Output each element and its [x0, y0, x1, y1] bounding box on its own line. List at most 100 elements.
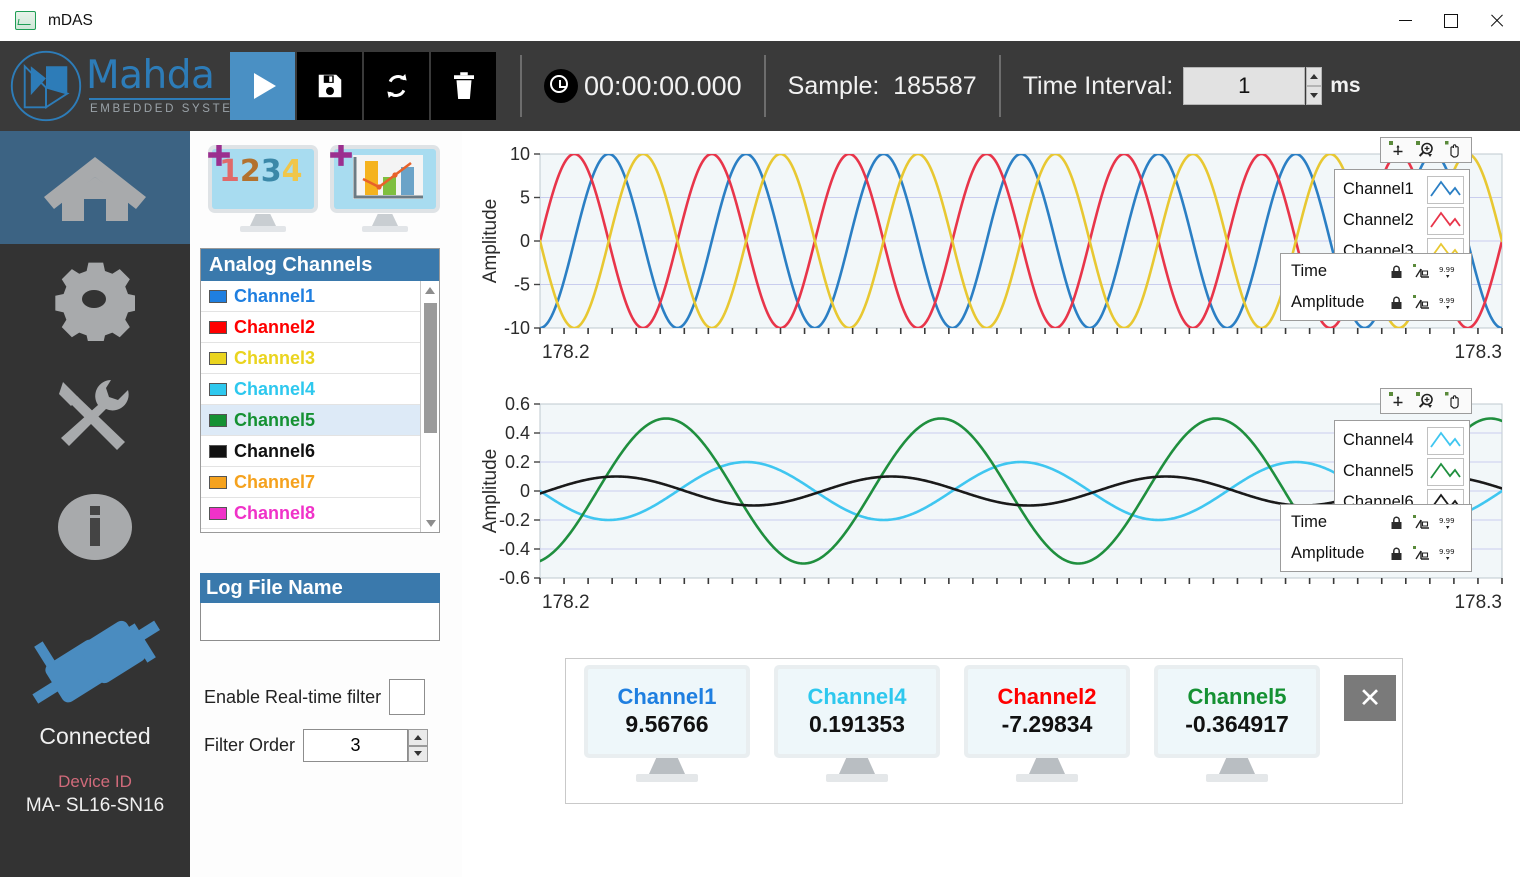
list-item[interactable]: Channel8	[201, 498, 422, 529]
value-card[interactable]: Channel5 -0.364917	[1154, 665, 1320, 782]
sidebar-item-info[interactable]	[0, 470, 190, 583]
lock-closed-icon[interactable]	[1383, 546, 1409, 562]
cursor-tool-icon[interactable]	[1387, 140, 1409, 160]
cursor-tool-icon-2[interactable]	[1387, 391, 1409, 411]
monitor-stand	[1219, 758, 1255, 774]
lock-closed-icon[interactable]	[1383, 295, 1409, 311]
svg-text:178.2: 178.2	[542, 592, 590, 613]
realtime-filter-checkbox[interactable]	[389, 679, 426, 715]
time-interval-input[interactable]: 1	[1183, 67, 1306, 105]
scale-control-row: Amplitude 9.99	[1291, 287, 1465, 318]
x-format-icon[interactable]: 9.99	[1435, 264, 1461, 280]
channel-list-scroll[interactable]: Channel1 Channel2 Channel3 Channel4 Channel5…	[201, 281, 422, 532]
value-card[interactable]: Channel4 0.191353	[774, 665, 940, 782]
legend-entry[interactable]: Channel2	[1343, 205, 1464, 236]
lock-open-icon[interactable]	[1383, 264, 1409, 280]
close-icon[interactable]	[1474, 0, 1520, 41]
list-item[interactable]: Channel3	[201, 343, 422, 374]
close-cards-button[interactable]: ✕	[1344, 675, 1396, 721]
monitor-stand	[1029, 758, 1065, 774]
maximize-icon[interactable]	[1428, 0, 1474, 41]
pan-tool-icon[interactable]	[1443, 140, 1465, 160]
channel-color-swatch	[209, 506, 227, 520]
play-icon	[254, 73, 276, 99]
svg-text:0.6: 0.6	[505, 394, 530, 414]
time-interval-increment[interactable]	[1306, 67, 1323, 86]
svg-text:Amplitude: Amplitude	[480, 449, 501, 534]
device-id-value: MA- SL16-SN16	[25, 795, 165, 816]
svg-text:0: 0	[520, 481, 530, 501]
refresh-button[interactable]	[364, 52, 429, 120]
chart-bottom-scale-controls[interactable]: Time 9.99 Amplitude 9.99	[1280, 504, 1472, 572]
legend-entry[interactable]: Channel4	[1343, 425, 1464, 456]
scroll-up-button[interactable]	[421, 281, 439, 299]
chevron-up-icon	[425, 286, 435, 294]
legend-line-swatch	[1427, 457, 1464, 486]
autoscale-x-icon[interactable]	[1409, 263, 1435, 280]
value-card-channel: Channel4	[807, 683, 907, 709]
filter-order-decrement[interactable]	[408, 745, 429, 762]
legend-entry[interactable]: Channel5	[1343, 456, 1464, 487]
legend-entry[interactable]: Channel1	[1343, 174, 1464, 205]
chart-top-scale-controls[interactable]: Time 9.99 Amplitude 9.99	[1280, 253, 1472, 321]
channel-color-swatch	[209, 413, 227, 427]
save-button[interactable]	[297, 52, 362, 120]
channel-color-swatch	[209, 475, 227, 489]
scroll-down-button[interactable]	[421, 514, 440, 532]
time-interval-decrement[interactable]	[1306, 86, 1323, 105]
filter-order-input[interactable]: 3	[303, 729, 409, 762]
list-item[interactable]: Channel5	[201, 405, 422, 436]
autoscale-y-icon[interactable]	[1409, 545, 1435, 562]
channel-label: Channel3	[234, 347, 316, 368]
connection-status: Connected Device ID MA- SL16-SN16	[0, 607, 190, 817]
scale-axis-label: Time	[1291, 513, 1328, 531]
sidebar-item-home[interactable]	[0, 131, 190, 244]
x-format-icon[interactable]: 9.99	[1435, 515, 1461, 531]
chevron-up-icon	[1310, 74, 1319, 79]
lock-open-icon[interactable]	[1383, 515, 1409, 531]
y-format-icon[interactable]: 9.99	[1435, 295, 1461, 311]
filter-order-increment[interactable]	[408, 729, 429, 746]
sidebar-item-settings[interactable]	[0, 244, 190, 357]
info-icon	[58, 493, 132, 560]
pan-tool-icon-2[interactable]	[1443, 391, 1465, 411]
minimize-icon[interactable]	[1382, 0, 1428, 41]
device-id-label: Device ID	[58, 772, 132, 791]
channel-label: Channel1	[234, 285, 316, 306]
time-interval-unit: ms	[1330, 74, 1361, 97]
list-item[interactable]: Channel7	[201, 467, 422, 498]
monitor-base	[636, 774, 698, 782]
value-cards-panel: Channel1 9.56766 Channel4 0.191353 Channel2-…	[565, 658, 1403, 804]
scrollbar-thumb[interactable]	[424, 303, 437, 433]
elapsed-time-value: 00:00:00.000	[584, 70, 742, 101]
value-card[interactable]: Channel1 9.56766	[584, 665, 750, 782]
value-card[interactable]: Channel2 -7.29834	[964, 665, 1130, 782]
add-chart-display-button[interactable]	[330, 145, 440, 232]
zoom-tool-icon-2[interactable]	[1415, 391, 1437, 411]
play-button[interactable]	[230, 52, 295, 120]
channel-color-swatch	[209, 382, 227, 396]
list-item[interactable]: Channel6	[201, 436, 422, 467]
list-item[interactable]: Channel1	[201, 281, 422, 312]
list-item[interactable]: Channel4	[201, 374, 422, 405]
sidebar-item-tools[interactable]	[0, 357, 190, 470]
autoscale-y-icon[interactable]	[1409, 294, 1435, 311]
chevron-down-icon	[425, 519, 436, 527]
analog-channels-list: Analog Channels Channel1 Channel2 Channel3…	[200, 248, 440, 533]
zoom-tool-icon[interactable]	[1415, 140, 1437, 160]
delete-button[interactable]	[431, 52, 496, 120]
monitor-base	[1206, 774, 1268, 782]
channel-label: Channel8	[234, 502, 316, 523]
chevron-down-icon	[1310, 93, 1319, 98]
application-window: mDAS Mahda EMBEDDED SYSTEMS 00:00:00.000…	[0, 0, 1520, 877]
channel-list-scrollbar[interactable]	[420, 281, 439, 532]
log-file-input[interactable]	[200, 603, 440, 641]
plus-icon	[208, 145, 230, 166]
mahda-logo-icon	[10, 50, 82, 122]
title-bar: mDAS	[0, 0, 1520, 42]
list-item[interactable]: Channel2	[201, 312, 422, 343]
legend-label: Channel4	[1343, 431, 1414, 449]
autoscale-x-icon[interactable]	[1409, 514, 1435, 531]
add-numeric-display-button[interactable]: 1234	[208, 145, 318, 232]
y-format-icon[interactable]: 9.99	[1435, 546, 1461, 562]
